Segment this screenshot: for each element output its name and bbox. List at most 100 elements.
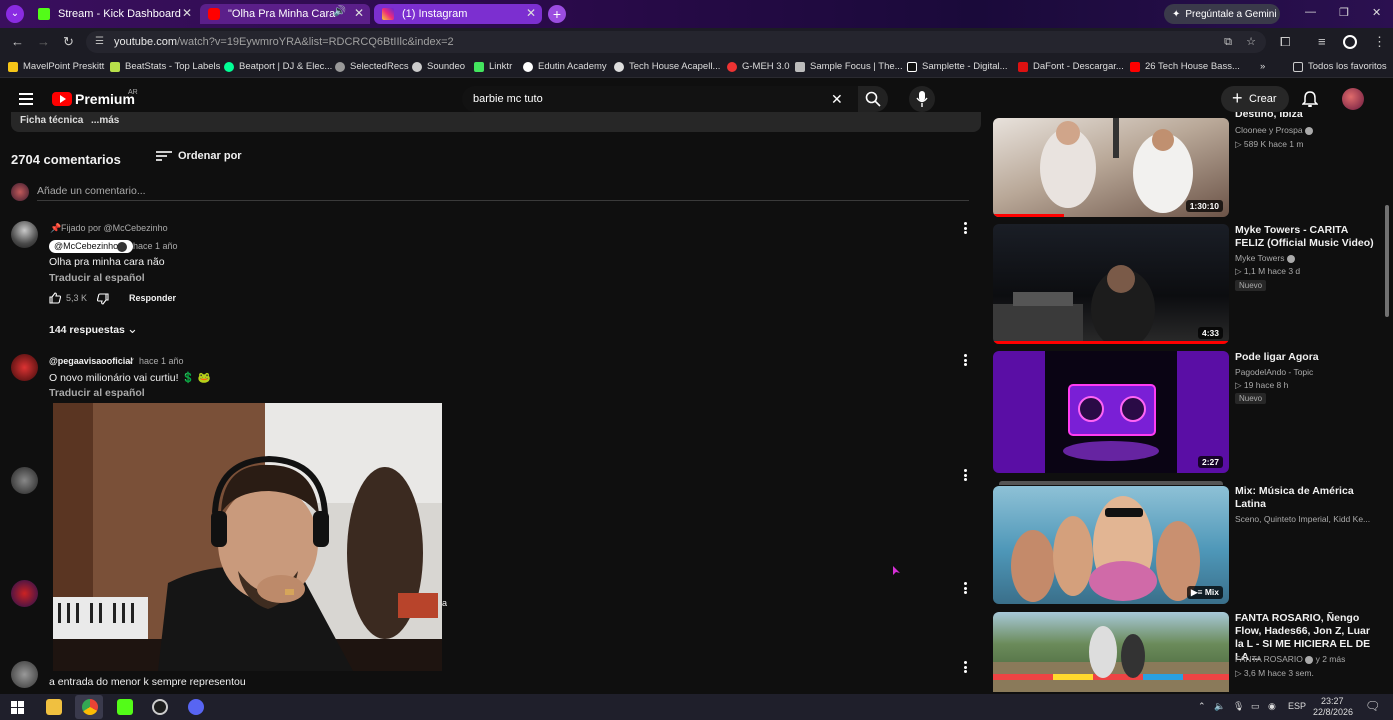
bookmark-item[interactable]: Linktr	[474, 61, 512, 72]
menu-kebab-icon[interactable]: ⋮	[1373, 34, 1386, 50]
clear-search-icon[interactable]: ✕	[831, 91, 843, 108]
bookmark-item[interactable]: SelectedRecs	[335, 61, 409, 72]
dislike-icon[interactable]	[97, 293, 109, 305]
kick-app-icon[interactable]	[117, 699, 133, 715]
search-button[interactable]	[858, 86, 888, 112]
media-control-icon[interactable]: ≡	[1318, 34, 1326, 49]
commenter-avatar[interactable]	[11, 354, 38, 381]
notifications-bell-icon[interactable]	[1302, 91, 1318, 107]
video-title[interactable]: Mix: Música de América Latina	[1235, 485, 1380, 511]
video-thumbnail[interactable]: 4:33	[993, 224, 1229, 344]
translate-link[interactable]: Traducir al español	[49, 272, 145, 284]
hamburger-menu-icon[interactable]	[19, 93, 33, 105]
create-button[interactable]: Crear	[1221, 85, 1289, 112]
bookmark-item[interactable]: 26 Tech House Bass...	[1130, 61, 1240, 72]
clock-time[interactable]: 23:27	[1321, 696, 1344, 706]
security-icon[interactable]: ◉	[1268, 701, 1276, 712]
video-title[interactable]: Destino, Ibiza	[1235, 112, 1380, 119]
volume-icon[interactable]: 🔈	[1214, 701, 1225, 712]
bookmark-item[interactable]: Beatport | DJ & Elec...	[224, 61, 332, 72]
obs-icon[interactable]	[152, 699, 168, 715]
comment-options-icon[interactable]	[964, 469, 968, 481]
close-tab-icon[interactable]: ✕	[182, 6, 192, 20]
bookmark-item[interactable]: Edutin Academy	[523, 61, 607, 72]
close-window-icon[interactable]: ✕	[1372, 6, 1381, 19]
bookmark-item[interactable]: BeatStats - Top Labels	[110, 61, 220, 72]
mic-tray-icon[interactable]: 🎙	[1233, 701, 1244, 712]
translate-link[interactable]: Traducir al español	[49, 387, 145, 399]
bookmark-item[interactable]: Sample Focus | The...	[795, 61, 903, 72]
show-more-link[interactable]: ...más	[91, 115, 119, 126]
close-tab-icon[interactable]: ✕	[354, 6, 364, 20]
comment-options-icon[interactable]	[964, 354, 968, 366]
notification-center-icon[interactable]: 🗨	[1365, 699, 1380, 713]
video-channel[interactable]: PagodelAndo - Topic	[1235, 367, 1313, 377]
tray-overflow-icon[interactable]: ⌃	[1198, 701, 1206, 712]
video-title[interactable]: Pode ligar Agora	[1235, 351, 1380, 364]
video-title[interactable]: Myke Towers - CARITA FELIZ (Official Mus…	[1235, 224, 1380, 250]
add-comment-input[interactable]: Añade un comentario...	[37, 183, 969, 201]
clock-date[interactable]: 22/8/2026	[1313, 707, 1353, 717]
chrome-icon[interactable]	[82, 699, 98, 715]
video-channel[interactable]: Cloonee y Prospa	[1235, 125, 1313, 135]
user-avatar[interactable]	[1342, 88, 1364, 110]
like-icon[interactable]	[49, 292, 61, 304]
view-replies-button[interactable]: 144 respuestas	[49, 324, 125, 336]
voice-search-button[interactable]	[909, 86, 935, 112]
discord-icon[interactable]	[188, 699, 204, 715]
file-explorer-icon[interactable]	[46, 699, 62, 715]
page-scrollbar-thumb[interactable]	[1385, 205, 1389, 317]
comment-time[interactable]: hace 1 año	[139, 356, 184, 366]
commenter-avatar[interactable]	[11, 580, 38, 607]
video-thumbnail[interactable]	[993, 612, 1229, 692]
comment-time[interactable]: hace 1 año	[133, 241, 178, 251]
video-thumbnail[interactable]: 2:27	[993, 351, 1229, 473]
description-box[interactable]: Ficha técnica ...más	[11, 112, 981, 132]
bookmark-item[interactable]: Tech House Acapell...	[614, 61, 720, 72]
tab-instagram[interactable]: (1) Instagram ✕	[374, 4, 542, 24]
tab-kick-dashboard[interactable]: Stream - Kick Dashboard ✕	[30, 4, 198, 24]
tab-youtube-video[interactable]: "Olha Pra Minha Cara Não" 🔊 ✕	[200, 4, 370, 24]
video-channel[interactable]: Myke Towers	[1235, 253, 1295, 263]
reload-icon[interactable]: ↻	[63, 34, 74, 50]
bookmarks-overflow-icon[interactable]: »	[1260, 61, 1265, 72]
new-tab-button[interactable]: +	[548, 5, 566, 23]
reply-button[interactable]: Responder	[129, 293, 176, 303]
forward-icon[interactable]: →	[37, 34, 50, 49]
install-app-icon[interactable]: ⧉	[1224, 31, 1232, 53]
video-channel[interactable]: Sceno, Quinteto Imperial, Kidd Ke...	[1235, 514, 1370, 524]
commenter-avatar[interactable]	[11, 221, 38, 248]
language-indicator[interactable]: ESP	[1288, 701, 1306, 711]
commenter-avatar[interactable]	[11, 661, 38, 688]
bookmark-item[interactable]: Samplette - Digital...	[907, 61, 1008, 72]
all-favorites-folder[interactable]: Todos los favoritos	[1293, 61, 1387, 72]
chevron-down-icon[interactable]: ⌄	[127, 321, 138, 337]
bookmark-star-icon[interactable]: ☆	[1246, 31, 1256, 53]
video-thumbnail[interactable]: 1:30:10	[993, 118, 1229, 217]
comment-options-icon[interactable]	[964, 582, 968, 594]
gemini-button[interactable]: ✦ Pregúntale a Gemini	[1164, 4, 1280, 24]
tab-search-icon[interactable]: ⌄	[6, 5, 24, 23]
bookmark-item[interactable]: DaFont - Descargar...	[1018, 61, 1124, 72]
bookmark-item[interactable]: G-MEH 3.0	[727, 61, 790, 72]
minimize-icon[interactable]: —	[1305, 6, 1316, 18]
site-info-icon[interactable]: ☰	[95, 31, 104, 53]
close-tab-icon[interactable]: ✕	[526, 6, 536, 20]
commenter-avatar[interactable]	[11, 467, 38, 494]
windows-start-icon[interactable]	[11, 701, 24, 714]
youtube-logo-icon[interactable]	[52, 92, 72, 106]
video-channel[interactable]: FANTA ROSARIO y 2 más	[1235, 654, 1345, 664]
comment-options-icon[interactable]	[964, 222, 968, 234]
sort-comments-button[interactable]: Ordenar por	[156, 150, 242, 162]
restore-icon[interactable]: ❐	[1339, 6, 1349, 19]
back-icon[interactable]: ←	[11, 34, 24, 49]
comment-author[interactable]: @pegaavisaooficial	[49, 356, 133, 366]
video-thumbnail[interactable]: ▶≡ Mix	[993, 486, 1229, 604]
search-input[interactable]: barbie mc tuto	[462, 86, 858, 112]
extensions-icon[interactable]: ⧠	[1280, 34, 1290, 50]
audio-playing-icon[interactable]: 🔊	[334, 6, 346, 17]
profile-icon[interactable]	[1343, 35, 1357, 49]
address-bar[interactable]: ☰ youtube.com/watch?v=19EywmroYRA&list=R…	[86, 31, 1266, 53]
network-icon[interactable]: ▭	[1251, 701, 1260, 712]
comment-options-icon[interactable]	[964, 661, 968, 673]
